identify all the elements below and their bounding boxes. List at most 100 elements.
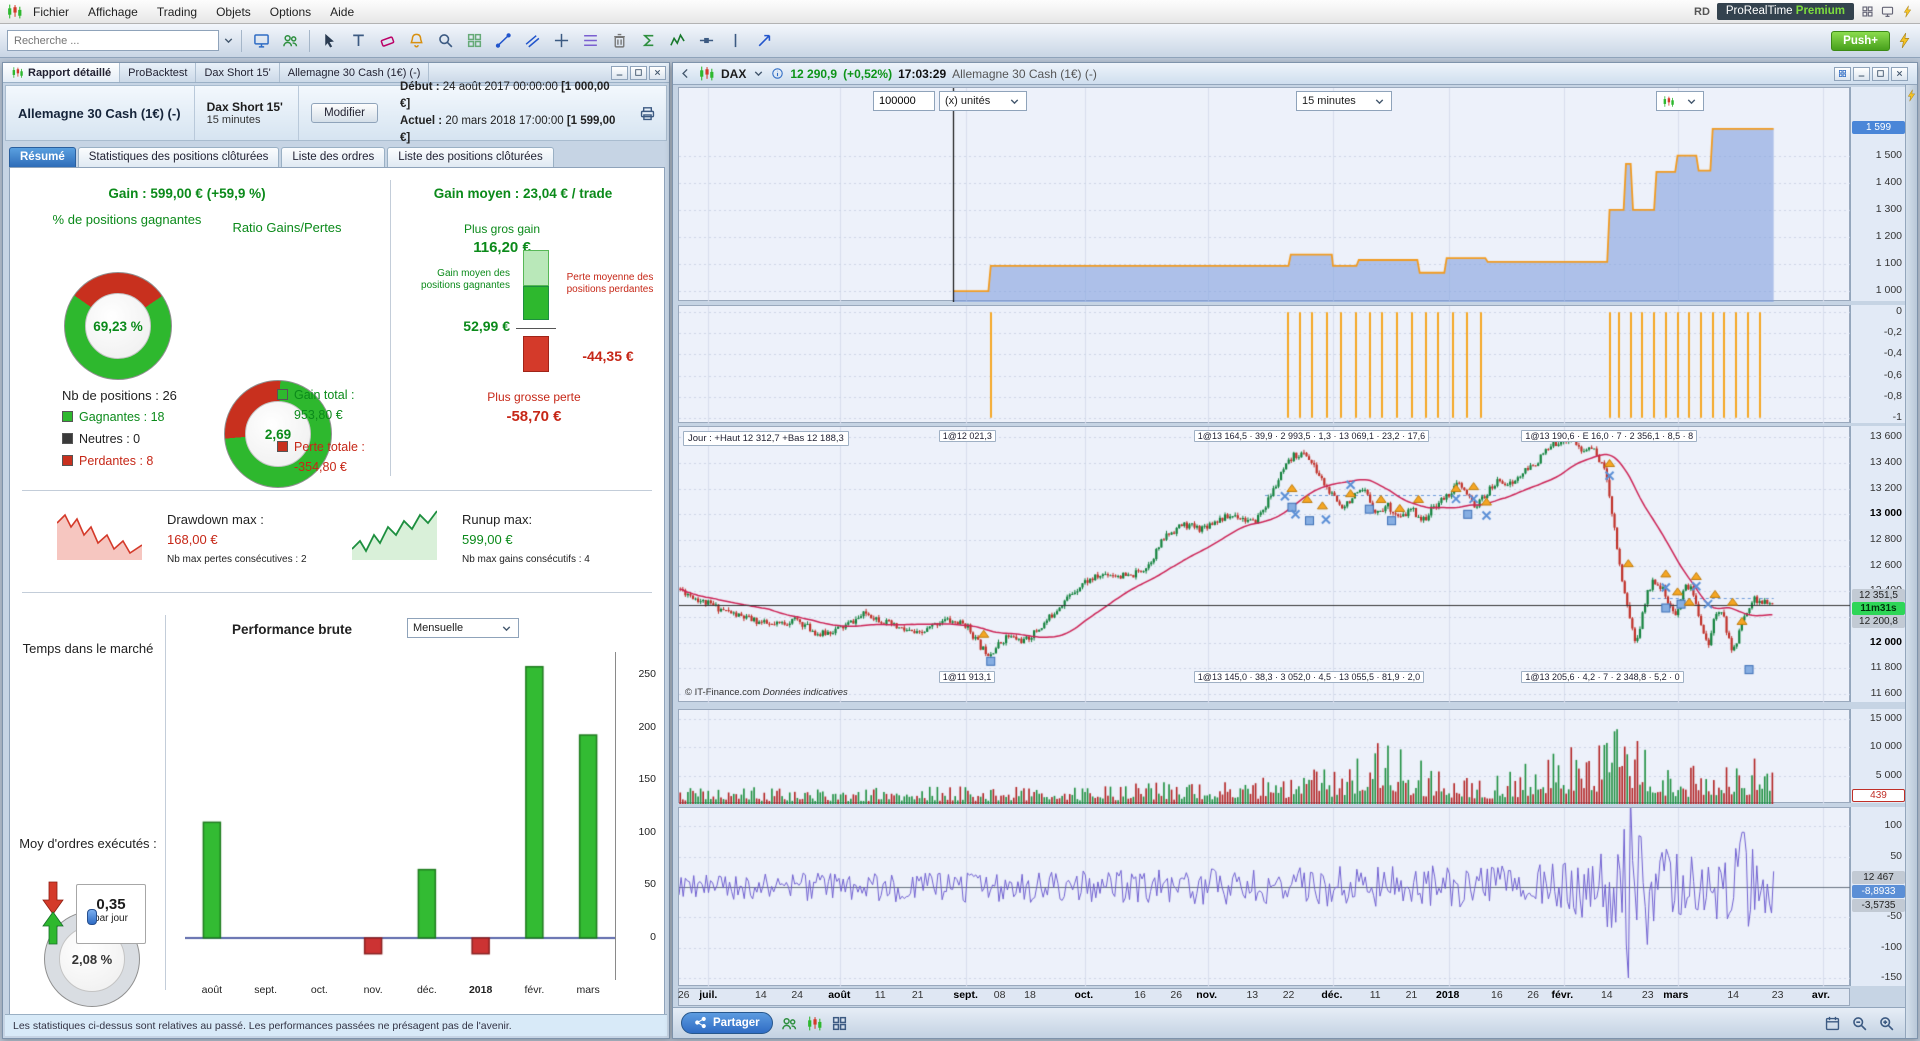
alert-bell-button[interactable] [403, 28, 429, 54]
menu-item-options[interactable]: Options [261, 2, 320, 22]
indicator-tool-button[interactable] [635, 28, 661, 54]
workspace-button[interactable] [248, 28, 274, 54]
menu-item-affichage[interactable]: Affichage [79, 2, 147, 22]
user-initials[interactable]: RD [1694, 6, 1710, 18]
zigzag-tool-button[interactable] [664, 28, 690, 54]
equity-curve-canvas[interactable] [679, 88, 1851, 302]
lightning-icon[interactable] [1901, 5, 1914, 18]
eraser-tool-button[interactable] [374, 28, 400, 54]
tab-rapport-detaille[interactable]: Rapport détaillé [3, 63, 121, 82]
position-bars-canvas[interactable] [679, 306, 1851, 424]
menu-item-aide[interactable]: Aide [321, 2, 363, 22]
oscillator-badge-2: -8,8933 [1852, 885, 1905, 898]
close-button[interactable] [1891, 66, 1908, 81]
menu-item-trading[interactable]: Trading [148, 2, 206, 22]
drawdown-label: Drawdown max : [167, 512, 264, 527]
vertical-line-tool-button[interactable] [722, 28, 748, 54]
timeline-label: 14 [1727, 989, 1739, 1001]
gain-loss-bar-graphic [516, 250, 556, 382]
timeline-label: déc. [1321, 989, 1343, 1001]
print-button[interactable] [629, 105, 666, 122]
contacts-button[interactable] [277, 28, 303, 54]
volume-pane[interactable] [678, 709, 1851, 804]
tab-liste-ordres[interactable]: Liste des ordres [281, 147, 386, 167]
performance-period-select[interactable]: Mensuelle [407, 618, 519, 638]
oscillator-pane[interactable] [678, 807, 1851, 987]
horizontal-line-tool-button[interactable] [693, 28, 719, 54]
tab-dax-short[interactable]: Dax Short 15' [196, 63, 280, 82]
share-button[interactable]: Partager [681, 1012, 773, 1034]
multi-chart-icon[interactable] [806, 1015, 823, 1032]
close-button[interactable] [649, 65, 666, 80]
layout-grid-button[interactable] [1834, 66, 1851, 81]
quantity-input-wrap [873, 91, 935, 111]
crosshair-tool-button[interactable] [548, 28, 574, 54]
tab-label: ProBacktest [128, 66, 188, 79]
modify-button[interactable]: Modifier [311, 103, 378, 123]
monthly-performance-chart[interactable] [185, 652, 616, 980]
zoom-out-icon[interactable] [1851, 1015, 1868, 1032]
horizontal-divider [22, 592, 652, 593]
time-axis[interactable]: 26 juil. 14 24 août 11 21 sept. 08 18 oct. 16 26 nov.… [678, 988, 1850, 1006]
zoom-tool-button[interactable] [432, 28, 458, 54]
tab-liste-positions[interactable]: Liste des positions clôturées [387, 147, 554, 167]
runup-label: Runup max: [462, 512, 533, 527]
oscillator-canvas[interactable] [679, 808, 1851, 987]
delete-tool-button[interactable] [606, 28, 632, 54]
maximize-button[interactable] [1872, 66, 1889, 81]
pointer-tool-button[interactable] [316, 28, 342, 54]
search-input[interactable] [7, 30, 219, 51]
screens-icon[interactable] [1881, 5, 1894, 18]
tab-resume[interactable]: Résumé [9, 147, 76, 167]
quote-price: 12 290,9 [790, 66, 838, 81]
axis-tick-label: -100 [1880, 940, 1902, 953]
quantity-input[interactable] [879, 95, 929, 107]
axis-tick-label: 11 600 [1870, 687, 1902, 699]
performance-tick-label: 50 [644, 878, 656, 891]
lightning-icon[interactable] [1905, 89, 1918, 102]
trendline-tool-button[interactable] [490, 28, 516, 54]
maximize-button[interactable] [630, 65, 647, 80]
orders-per-day-label: Moy d'ordres exécutés : [19, 836, 157, 851]
oscillator-badge-1: 12 467 [1852, 871, 1905, 884]
menu-item-objets[interactable]: Objets [207, 2, 260, 22]
timeline-label: 16 [1134, 989, 1146, 1001]
chevron-left-icon[interactable] [679, 67, 692, 80]
trade-labels-top: 1@12 021,3 1@13 164,5 · 39,9 · 2 993,5 · … [679, 430, 1849, 444]
menu-item-fichier[interactable]: Fichier [24, 2, 78, 22]
text-tool-button[interactable] [345, 28, 371, 54]
tab-stats-positions[interactable]: Statistiques des positions clôturées [77, 147, 280, 167]
volume-canvas[interactable] [679, 710, 1851, 804]
minimize-button[interactable] [611, 65, 628, 80]
date-range-icon[interactable] [1824, 1015, 1841, 1032]
chart-type-select[interactable] [1656, 91, 1704, 111]
grid-layout-icon[interactable] [831, 1015, 848, 1032]
arrow-tool-button[interactable] [751, 28, 777, 54]
timeline-label: 14 [1600, 989, 1613, 1001]
search-dropdown-icon[interactable] [222, 34, 235, 47]
current-datetime: 20 mars 2018 17:00:00 [445, 115, 564, 127]
price-canvas[interactable] [679, 427, 1851, 703]
push-notifications-button[interactable]: Push+ [1831, 30, 1890, 51]
channel-tool-button[interactable] [519, 28, 545, 54]
performance-tick-label: 100 [638, 825, 656, 838]
timeframe-select[interactable]: 15 minutes [1296, 91, 1392, 111]
main-toolbar: Push+ [0, 24, 1920, 58]
price-pane[interactable]: Jour : +Haut 12 312,7 +Bas 12 188,3 1@12… [678, 426, 1851, 703]
contacts-icon[interactable] [781, 1015, 798, 1032]
symbol-dropdown-icon[interactable] [752, 67, 765, 80]
fibonacci-tool-button[interactable] [577, 28, 603, 54]
symbol-name[interactable]: DAX [721, 67, 746, 81]
position-indicator-pane[interactable] [678, 305, 1851, 424]
unit-select[interactable]: (x) unités [939, 91, 1027, 111]
pattern-tool-button[interactable] [461, 28, 487, 54]
zoom-in-icon[interactable] [1878, 1015, 1895, 1032]
winrate-value: 69,23 % [93, 318, 143, 334]
axis-tick-label: -0,8 [1883, 389, 1902, 402]
tab-probacktest[interactable]: ProBacktest [120, 63, 197, 82]
info-icon[interactable] [771, 67, 784, 80]
equity-curve-pane[interactable] [678, 87, 1851, 302]
minimize-button[interactable] [1853, 66, 1870, 81]
lightning-icon[interactable] [1896, 32, 1913, 49]
workspace-layout-icon[interactable] [1861, 5, 1874, 18]
